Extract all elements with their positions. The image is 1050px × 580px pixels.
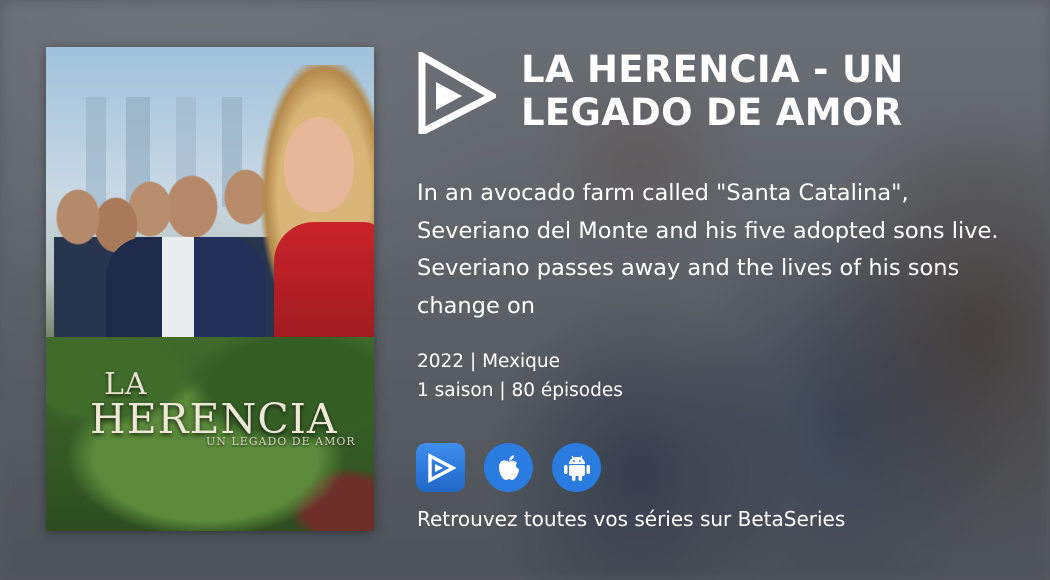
android-store-button[interactable] [552,443,601,492]
show-description: In an avocado farm called "Santa Catalin… [417,180,999,319]
tagline: Retrouvez toutes vos séries sur BetaSeri… [417,507,846,531]
show-poster: LA HERENCIA UN LEGADO DE AMOR [46,47,374,531]
show-title: LA HERENCIA - UN LEGADO DE AMOR [521,48,904,134]
apple-icon [498,454,519,480]
betaseries-app-button[interactable] [416,443,465,492]
app-store-links [416,443,601,492]
poster-actress-face [284,117,354,212]
apple-store-button[interactable] [484,443,533,492]
show-meta: 2022 | Mexique 1 saison | 80 épisodes [417,347,623,405]
android-icon [563,455,590,481]
betaseries-logo-icon [418,52,496,134]
show-year-country: 2022 | Mexique [417,351,561,372]
show-seasons-episodes: 1 saison | 80 épisodes [417,380,623,401]
betaseries-app-icon [427,452,456,483]
poster-title-subtitle: UN LEGADO DE AMOR [206,435,356,448]
